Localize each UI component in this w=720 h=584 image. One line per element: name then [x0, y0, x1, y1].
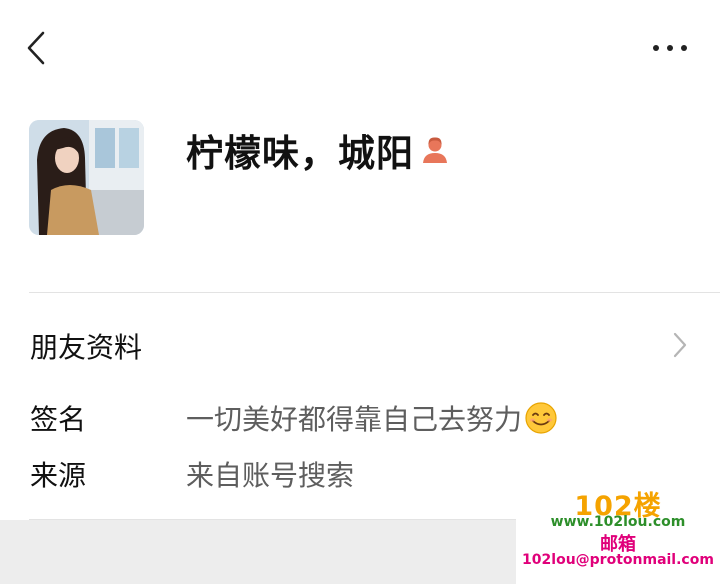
profile-header: 柠檬味，城阳 — [0, 100, 720, 290]
divider — [29, 292, 720, 293]
friend-info-label: 朋友资料 — [30, 331, 143, 364]
chevron-left-icon — [27, 31, 45, 65]
female-user-icon — [423, 137, 447, 163]
friend-info-row[interactable]: 朋友资料 — [0, 312, 720, 378]
chevron-right-icon — [673, 332, 687, 358]
watermark: 102楼 www.102lou.com 邮箱 102lou@protonmail… — [516, 480, 720, 584]
watermark-url: www.102lou.com — [550, 514, 686, 530]
signature-label: 签名 — [30, 403, 87, 436]
signature-value: 一切美好都得靠自己去努力 — [186, 403, 523, 436]
avatar[interactable] — [29, 120, 144, 235]
watermark-email: 102lou@protonmail.com — [522, 552, 714, 568]
profile-name: 柠檬味，城阳 — [186, 132, 414, 175]
back-button[interactable] — [18, 26, 54, 70]
smiling-face-icon — [525, 402, 557, 434]
signature-value-wrap: 一切美好都得靠自己去努力 — [186, 398, 558, 438]
signature-row: 签名 一切美好都得靠自己去努力 — [0, 392, 720, 442]
more-horizontal-icon — [653, 45, 687, 51]
more-button[interactable] — [646, 30, 694, 66]
top-bar — [0, 0, 720, 96]
name-row: 柠檬味，城阳 — [186, 126, 450, 175]
source-label: 来源 — [30, 459, 87, 492]
source-value: 来自账号搜索 — [186, 459, 355, 492]
avatar-photo — [29, 120, 144, 235]
